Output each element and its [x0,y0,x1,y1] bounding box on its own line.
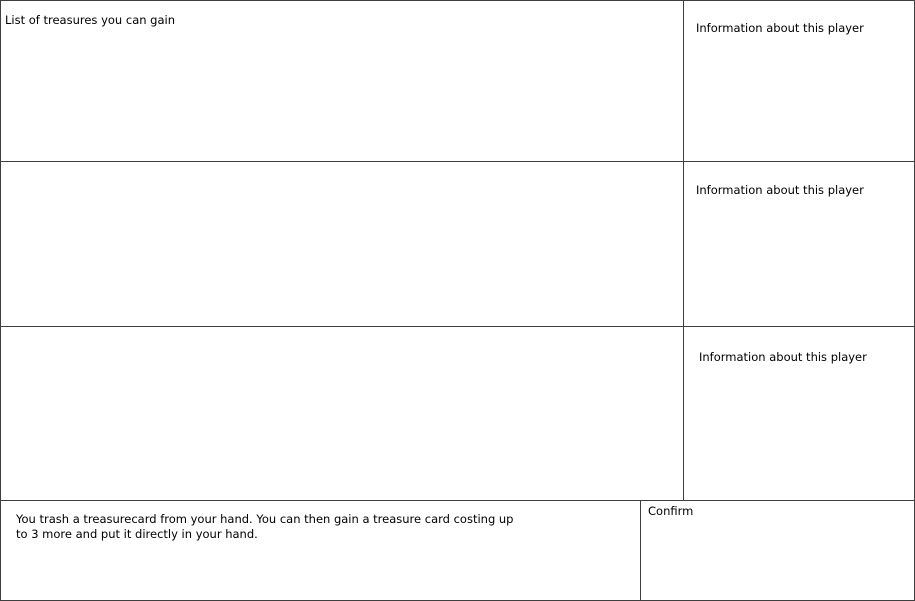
player-info-panel-1: Information about this player [683,0,915,162]
player-info-label: Information about this player [699,350,867,364]
action-description-text: You trash a treasurecard from your hand.… [16,512,514,541]
player-info-panel-2: Information about this player [683,161,915,327]
treasure-list-label: List of treasures you can gain [5,13,176,27]
player-info-label: Information about this player [696,183,864,197]
action-description-panel: You trash a treasurecard from your hand.… [0,500,641,601]
treasure-list-panel[interactable]: List of treasures you can gain [0,0,684,162]
lower-panel [0,326,684,502]
player-info-panel-3: Information about this player [683,326,915,502]
middle-panel [0,161,684,327]
player-info-label: Information about this player [696,21,864,35]
confirm-button[interactable]: Confirm [640,500,915,601]
confirm-button-label: Confirm [648,504,694,518]
